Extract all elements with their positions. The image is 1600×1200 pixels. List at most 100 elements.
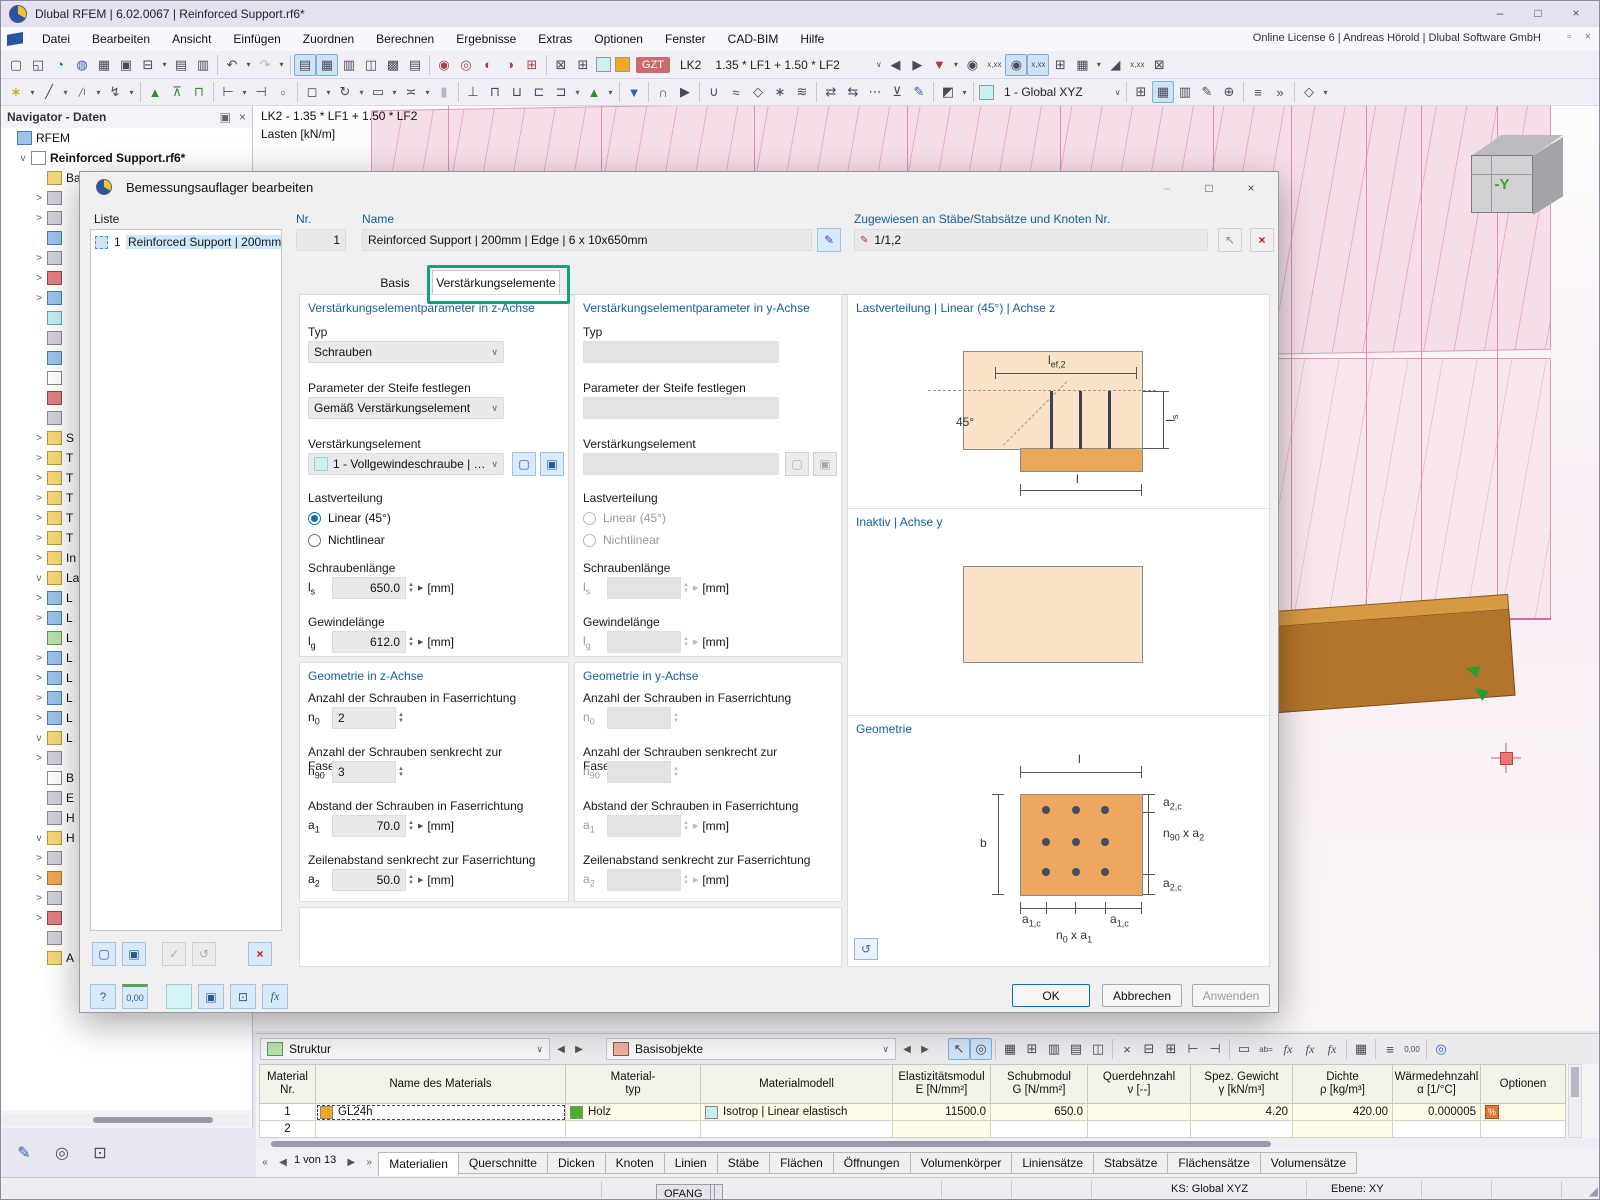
toolbar-item[interactable]: ◇ — [747, 81, 769, 103]
toolbar-item[interactable]: ⊐ — [550, 81, 572, 103]
lg-stepper[interactable]: ▲▼ — [408, 636, 414, 648]
table-toolbar-icon[interactable]: ▥ — [1043, 1038, 1065, 1060]
table-row[interactable]: 2 — [259, 1121, 1566, 1138]
toolbar-item[interactable]: ◻ — [301, 81, 323, 103]
toolbar-item[interactable] — [429, 55, 430, 75]
toolbar-item[interactable]: ≡ — [1247, 81, 1269, 103]
toolbar-item[interactable]: ◩ — [937, 81, 959, 103]
table-toolbar-icon[interactable] — [1375, 1039, 1376, 1059]
cell-dichte[interactable]: 420.00 — [1293, 1104, 1393, 1121]
toolbar-item[interactable]: ⊠ — [550, 54, 572, 76]
toolbar-item[interactable]: ◉ — [1005, 54, 1027, 76]
toolbar-item[interactable]: ◐ — [477, 54, 499, 76]
n90-stepper[interactable]: ▲▼ — [398, 766, 404, 778]
toolbar-item[interactable]: ↷ — [254, 54, 276, 76]
a1-input[interactable]: 70.0 — [332, 815, 406, 837]
table-tab[interactable]: Liniensätze — [1012, 1152, 1094, 1174]
cell-materialmodell[interactable]: Isotrop | Linear elastisch — [701, 1104, 893, 1121]
toolbar-item[interactable]: ⊓ — [188, 81, 210, 103]
toolbar-item[interactable] — [699, 82, 700, 102]
next-table-button[interactable]: ▶ — [342, 1152, 360, 1172]
apply-button[interactable]: Anwenden — [1192, 984, 1270, 1007]
table-tab[interactable]: Querschnitte — [459, 1152, 548, 1174]
toolbar-item[interactable]: ▶ — [674, 81, 696, 103]
table-toolbar-icon[interactable]: ≡ — [1379, 1038, 1401, 1060]
help-button[interactable]: ? — [90, 984, 116, 1009]
toolbar-item[interactable]: 1.35 * LF1 + 1.50 * LF2 — [707, 58, 873, 72]
table-tab[interactable]: Stäbe — [718, 1152, 770, 1174]
menu-item[interactable]: Zuordnen — [292, 29, 365, 49]
table-toolbar-icon[interactable]: ▤ — [1065, 1038, 1087, 1060]
cell-material-nr[interactable]: 2 — [259, 1121, 316, 1138]
toolbar-item[interactable]: ▾ — [356, 81, 367, 103]
toolbar-item[interactable]: ▲ — [144, 81, 166, 103]
toolbar-item[interactable]: ╱ — [38, 81, 60, 103]
toolbar-item[interactable]: ◱ — [27, 54, 49, 76]
toolbar-item[interactable] — [1294, 82, 1295, 102]
toolbar-item[interactable]: ⊔ — [506, 81, 528, 103]
table-toolbar-icon[interactable]: ◎ — [1430, 1038, 1452, 1060]
menu-item[interactable]: Datei — [31, 29, 81, 49]
menu-item[interactable]: Optionen — [583, 29, 654, 49]
dialog-minimize-button[interactable]: – — [1150, 177, 1184, 199]
toolbar-item[interactable]: ▦ — [1152, 81, 1174, 103]
maximize-button[interactable]: □ — [1519, 1, 1557, 25]
screen-button[interactable]: ⊡ — [230, 984, 256, 1009]
toolbar-item[interactable]: ◢ — [1104, 54, 1126, 76]
cell-waermedehnzahl[interactable]: 0.000005 — [1393, 1104, 1481, 1121]
toolbar-item[interactable]: ▾ — [239, 81, 250, 103]
toolbar-item[interactable]: ▤ — [170, 54, 192, 76]
toolbar-item[interactable]: ⇄ — [820, 81, 842, 103]
toolbar-item[interactable]: ▼ — [623, 81, 645, 103]
display-options-button[interactable]: ▣ — [198, 984, 224, 1009]
table-tab[interactable]: Öffnungen — [834, 1152, 911, 1174]
toolbar-item[interactable]: ⇆ — [842, 81, 864, 103]
ok-button[interactable]: OK — [1012, 984, 1090, 1007]
toolbar-item[interactable] — [816, 82, 817, 102]
table-toolbar-icon[interactable]: ⊢ — [1182, 1038, 1204, 1060]
toolbar-item[interactable] — [979, 85, 994, 100]
toolbar-item[interactable] — [217, 55, 218, 75]
list-item-checkbox[interactable] — [95, 236, 108, 249]
toolbar-item[interactable]: ▲ — [583, 81, 605, 103]
toolbar-item[interactable]: ⊏ — [528, 81, 550, 103]
toolbar-item[interactable]: ∪ — [703, 81, 725, 103]
table-tab[interactable]: Linien — [665, 1152, 718, 1174]
toolbar-item[interactable]: ▦ — [1071, 54, 1093, 76]
toolbar-item[interactable]: ◉ — [433, 54, 455, 76]
table-toolbar-icon[interactable] — [1112, 1039, 1113, 1059]
toolbar-item[interactable]: ▾ — [323, 81, 334, 103]
refresh-diagram-icon[interactable]: ↺ — [854, 938, 878, 960]
toolbar-item[interactable] — [290, 55, 291, 75]
toolbar-item[interactable] — [615, 57, 630, 72]
toolbar-item[interactable]: ▶ — [906, 54, 928, 76]
name-edit-button[interactable]: ✎ — [817, 228, 841, 252]
prev-table-button[interactable]: ◀ — [274, 1152, 292, 1172]
assigned-pick-button[interactable]: ↖ — [1218, 228, 1242, 252]
toolbar-item[interactable]: ≍ — [400, 81, 422, 103]
table-toolbar-icon[interactable]: ⊞ — [1160, 1038, 1182, 1060]
assigned-field[interactable]: ✎ 1/1,2 — [854, 229, 1208, 251]
list-new-button[interactable]: ▢ — [92, 942, 116, 966]
table-toolbar-icon[interactable] — [1229, 1039, 1230, 1059]
table-group-select[interactable]: Struktur∨ — [260, 1038, 550, 1060]
table-tab[interactable]: Knoten — [606, 1152, 665, 1174]
toolbar-item[interactable]: ⊞ — [521, 54, 543, 76]
toolbar-item[interactable]: ↻ — [334, 81, 356, 103]
toolbar-item[interactable]: ▮ — [433, 81, 455, 103]
toolbar-item[interactable]: ▤ — [404, 54, 426, 76]
assigned-clear-button[interactable]: × — [1250, 228, 1274, 252]
toolbar-item[interactable] — [1243, 82, 1244, 102]
toolbar-item[interactable]: ◎ — [455, 54, 477, 76]
menu-item[interactable]: Bearbeiten — [81, 29, 161, 49]
toolbar-item[interactable]: ⊣ — [250, 81, 272, 103]
a2-detail-button[interactable]: ▶ — [418, 876, 423, 884]
toolbar-item[interactable]: ↯ — [104, 81, 126, 103]
close-button[interactable]: × — [1557, 1, 1595, 25]
table-toolbar-icon[interactable]: ◫ — [1087, 1038, 1109, 1060]
cell-material-typ[interactable]: Holz — [566, 1104, 701, 1121]
toolbar-item[interactable]: ▾ — [422, 81, 433, 103]
table-toolbar-icon[interactable]: ⊟ — [1138, 1038, 1160, 1060]
toolbar-item[interactable]: ▾ — [276, 54, 287, 76]
toolbar-item[interactable]: ⊞ — [1130, 81, 1152, 103]
